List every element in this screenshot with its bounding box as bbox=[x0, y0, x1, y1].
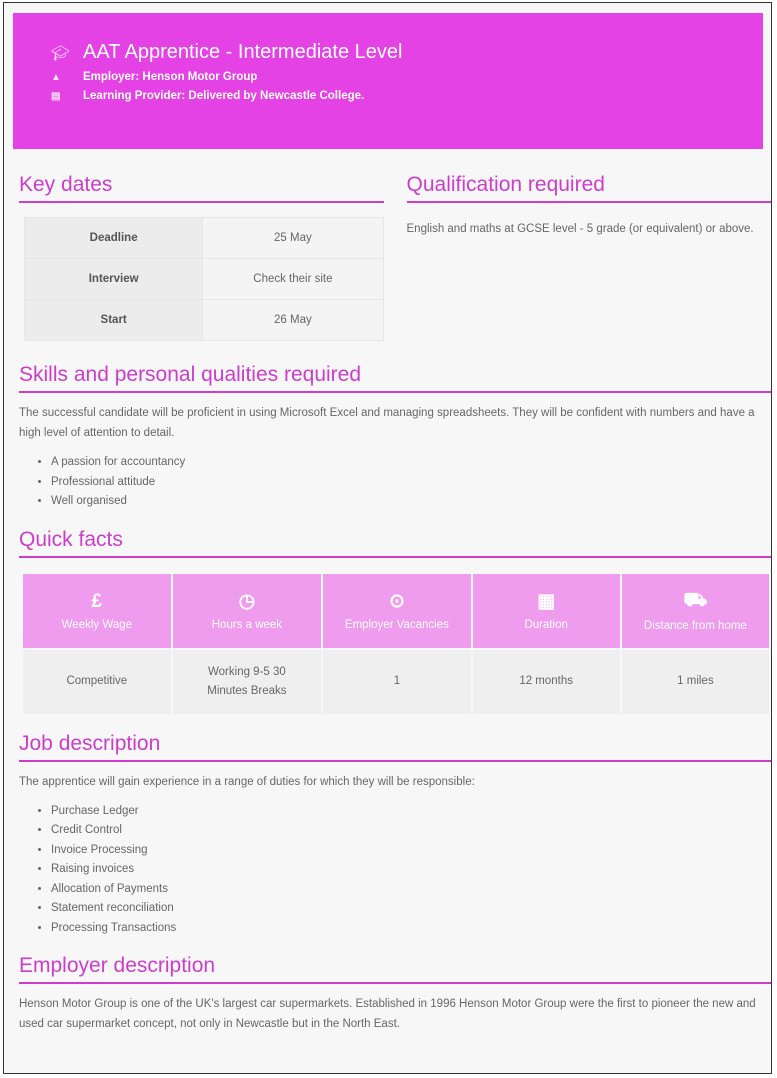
table-row: Interview Check their site bbox=[23, 258, 384, 300]
list-item: Processing Transactions bbox=[51, 919, 771, 939]
list-item: A passion for accountancy bbox=[51, 453, 771, 473]
weekly-wage-label: Weekly Wage bbox=[61, 618, 132, 631]
list-item: Statement reconciliation bbox=[51, 899, 771, 919]
page-frame: 🎓︎ AAT Apprentice - Intermediate Level ▲… bbox=[3, 2, 772, 1074]
key-dates-section: Key dates Deadline 25 May Interview Chec… bbox=[19, 173, 384, 341]
interview-value: Check their site bbox=[202, 258, 384, 300]
vacancies-header: ⊙ Employer Vacancies bbox=[321, 571, 473, 650]
table-row: £ Weekly Wage ◷ Hours a week ⊙ Employer Vac… bbox=[21, 571, 771, 650]
car-icon: ⛟ bbox=[683, 589, 708, 611]
start-label: Start bbox=[23, 299, 204, 341]
weekly-wage-value: Competitive bbox=[21, 647, 173, 716]
list-item: Invoice Processing bbox=[51, 841, 771, 861]
duration-header: ▦ Duration bbox=[470, 571, 622, 650]
list-item: Purchase Ledger bbox=[51, 802, 771, 822]
graduation-cap-icon: 🎓︎ bbox=[51, 44, 71, 62]
header-banner: 🎓︎ AAT Apprentice - Intermediate Level ▲… bbox=[13, 13, 763, 149]
employer-name: Employer: Henson Motor Group bbox=[83, 71, 258, 83]
learning-provider: Learning Provider: Delivered by Newcastl… bbox=[83, 90, 365, 102]
interview-label: Interview bbox=[23, 258, 204, 300]
person-icon: ▲ bbox=[51, 71, 61, 83]
calendar-icon: ▦ bbox=[537, 591, 556, 612]
target-icon: ⊙ bbox=[388, 591, 405, 612]
hours-header: ◷ Hours a week bbox=[170, 571, 324, 650]
list-item: Raising invoices bbox=[51, 860, 771, 880]
list-item: Well organised bbox=[51, 492, 771, 512]
table-row: Deadline 25 May bbox=[23, 217, 384, 259]
skills-text: The successful candidate will be profici… bbox=[19, 407, 755, 439]
qualification-heading: Qualification required bbox=[406, 173, 771, 203]
building-icon: ▤ bbox=[51, 90, 61, 102]
pound-icon: £ bbox=[91, 590, 103, 612]
key-dates-table: Deadline 25 May Interview Check their si… bbox=[23, 217, 384, 341]
qualification-section: Qualification required English and maths… bbox=[406, 173, 771, 341]
vacancies-value: 1 bbox=[321, 647, 473, 716]
quick-facts-heading: Quick facts bbox=[19, 528, 771, 558]
skills-list: A passion for accountancy Professional a… bbox=[19, 453, 771, 512]
table-row: Start 26 May bbox=[23, 299, 384, 341]
clock-icon: ◷ bbox=[238, 591, 256, 612]
deadline-label: Deadline bbox=[23, 217, 204, 259]
job-description-heading: Job description bbox=[19, 732, 771, 762]
duration-label: Duration bbox=[524, 619, 568, 631]
key-dates-heading: Key dates bbox=[19, 173, 384, 203]
list-item: Allocation of Payments bbox=[51, 880, 771, 900]
job-description-section: Job description The apprentice will gain… bbox=[19, 732, 771, 939]
skills-heading: Skills and personal qualities required bbox=[19, 363, 771, 393]
distance-value: 1 miles bbox=[619, 647, 771, 716]
job-description-text: The apprentice will gain experience in a… bbox=[19, 775, 475, 788]
employer-description-section: Employer description Henson Motor Group … bbox=[19, 954, 771, 1034]
page-title: AAT Apprentice - Intermediate Level bbox=[83, 41, 403, 63]
distance-label: Distance from home bbox=[643, 619, 747, 632]
start-value: 26 May bbox=[202, 299, 384, 341]
quick-facts-section: Quick facts £ Weekly Wage ◷ Hours a week ⊙… bbox=[19, 528, 771, 716]
employer-description-heading: Employer description bbox=[19, 954, 771, 984]
list-item: Credit Control bbox=[51, 821, 771, 841]
deadline-value: 25 May bbox=[202, 217, 384, 259]
distance-header: ⛟ Distance from home bbox=[619, 571, 771, 650]
skills-section: Skills and personal qualities required T… bbox=[19, 363, 771, 512]
weekly-wage-header: £ Weekly Wage bbox=[21, 571, 173, 650]
employer-description-text: Henson Motor Group is one of the UK's la… bbox=[19, 998, 756, 1030]
duties-list: Purchase Ledger Credit Control Invoice P… bbox=[19, 802, 771, 939]
qualification-text: English and maths at GCSE level - 5 grad… bbox=[406, 223, 754, 235]
hours-value: Working 9-5 30 Minutes Breaks bbox=[170, 647, 324, 716]
table-row: Competitive Working 9-5 30 Minutes Break… bbox=[21, 647, 771, 716]
quick-facts-table: £ Weekly Wage ◷ Hours a week ⊙ Employer Vac… bbox=[21, 571, 771, 716]
list-item: Professional attitude bbox=[51, 473, 771, 493]
hours-label: Hours a week bbox=[211, 619, 283, 631]
duration-value: 12 months bbox=[470, 647, 622, 716]
vacancies-label: Employer Vacancies bbox=[344, 619, 449, 631]
